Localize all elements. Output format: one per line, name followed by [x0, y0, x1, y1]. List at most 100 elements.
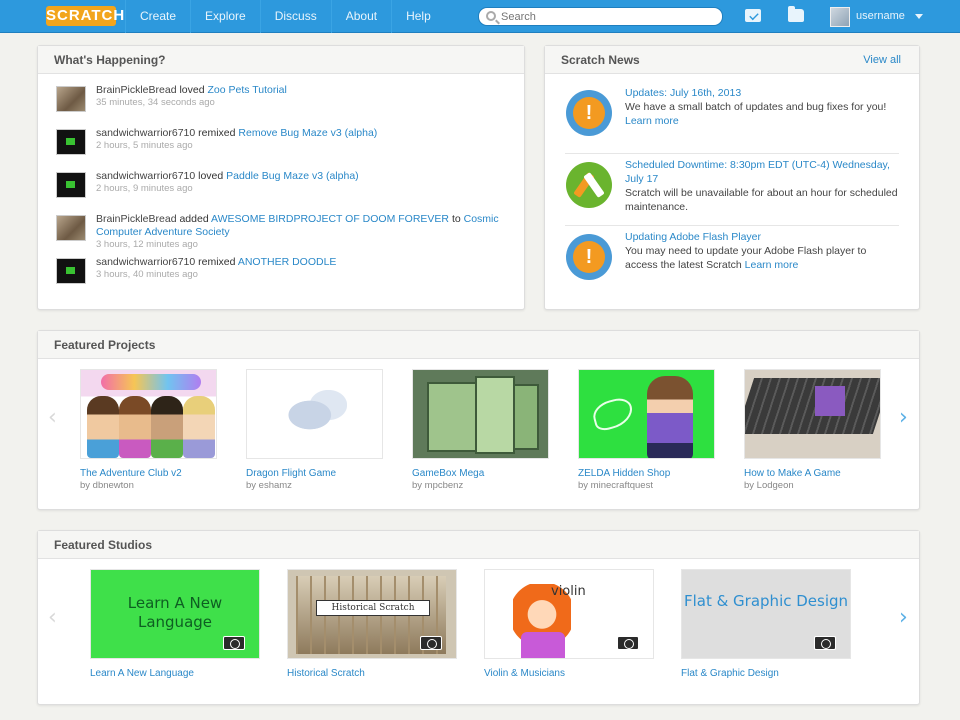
studio-thumbnail[interactable]: Historical Scratch — [287, 569, 457, 659]
search-input[interactable] — [501, 9, 716, 24]
project-tile[interactable]: The Adventure Club v2 by dbnewton — [80, 369, 217, 491]
scratch-news-panel: Scratch News View all Updates: July 16th… — [544, 45, 920, 310]
activity-verb: remixed — [195, 256, 238, 268]
user-thumbnail[interactable] — [56, 258, 86, 284]
project-thumbnail[interactable] — [412, 369, 549, 459]
activity-time: 3 hours, 40 minutes ago — [96, 269, 198, 280]
activity-text: sandwichwarrior6710 remixed Remove Bug M… — [96, 127, 508, 140]
activity-actor[interactable]: sandwichwarrior6710 — [96, 256, 195, 268]
project-tile[interactable]: ZELDA Hidden Shop by minecraftquest — [578, 369, 715, 491]
nav-about[interactable]: About — [330, 0, 391, 33]
activity-target-link[interactable]: Zoo Pets Tutorial — [207, 84, 286, 96]
activity-verb: added — [176, 213, 211, 225]
tools-icon — [566, 162, 612, 208]
project-author[interactable]: by mpcbenz — [412, 480, 549, 491]
activity-list: BrainPickleBread loved Zoo Pets Tutorial… — [38, 74, 524, 299]
activity-time: 2 hours, 5 minutes ago — [96, 140, 193, 151]
activity-actor[interactable]: sandwichwarrior6710 — [96, 127, 195, 139]
chevron-down-icon[interactable] — [915, 14, 923, 19]
character-dress — [521, 632, 565, 658]
carousel-next-arrow-icon[interactable]: › — [899, 407, 909, 429]
messages-icon[interactable] — [745, 9, 761, 22]
project-thumbnail[interactable] — [578, 369, 715, 459]
my-stuff-folder-icon[interactable] — [788, 6, 804, 22]
project-tile[interactable]: How to Make A Game by Lodgeon — [744, 369, 881, 491]
project-author[interactable]: by minecraftquest — [578, 480, 715, 491]
view-all-link[interactable]: View all — [863, 46, 901, 74]
project-tile[interactable]: GameBox Mega by mpcbenz — [412, 369, 549, 491]
activity-actor[interactable]: BrainPickleBread — [96, 84, 177, 96]
studio-thumbnail[interactable]: Flat & Graphic Design — [681, 569, 851, 659]
project-tile[interactable]: Dragon Flight Game by eshamz — [246, 369, 383, 491]
activity-text: sandwichwarrior6710 remixed ANOTHER DOOD… — [96, 256, 508, 269]
user-thumbnail[interactable] — [56, 215, 86, 241]
activity-time: 2 hours, 9 minutes ago — [96, 183, 193, 194]
project-author[interactable]: by Lodgeon — [744, 480, 881, 491]
carousel-prev-arrow-icon[interactable]: ‹ — [48, 407, 58, 429]
studio-tile[interactable]: Flat & Graphic Design Flat & Graphic Des… — [681, 569, 851, 679]
project-title[interactable]: ZELDA Hidden Shop — [578, 468, 715, 479]
studio-title[interactable]: Learn A New Language — [90, 668, 260, 679]
activity-connector: to — [449, 213, 464, 225]
nav-help[interactable]: Help — [391, 0, 445, 33]
user-thumbnail[interactable] — [56, 86, 86, 112]
user-thumbnail[interactable] — [56, 129, 86, 155]
studio-title[interactable]: Violin & Musicians — [484, 668, 654, 679]
top-nav: SCRATCH Create Explore Discuss About Hel… — [0, 0, 960, 33]
news-item[interactable]: Updating Adobe Flash Player You may need… — [565, 226, 899, 298]
news-item-title[interactable]: Updates: July 16th, 2013 — [625, 86, 899, 100]
activity-actor[interactable]: sandwichwarrior6710 — [96, 170, 195, 182]
nav-explore[interactable]: Explore — [190, 0, 260, 33]
activity-item: sandwichwarrior6710 remixed Remove Bug M… — [56, 127, 508, 170]
panel-title: Scratch News View all — [545, 46, 919, 74]
activity-item: sandwichwarrior6710 loved Paddle Bug Maz… — [56, 170, 508, 213]
alert-icon — [566, 90, 612, 136]
user-avatar[interactable] — [830, 7, 850, 27]
whats-happening-panel: What's Happening? BrainPickleBread loved… — [37, 45, 525, 310]
studio-title[interactable]: Flat & Graphic Design — [681, 668, 851, 679]
panel-title: Featured Studios — [38, 531, 919, 559]
news-item-body: You may need to update your Adobe Flash … — [625, 245, 867, 271]
user-thumbnail[interactable] — [56, 172, 86, 198]
project-thumbnail[interactable] — [744, 369, 881, 459]
nav-discuss[interactable]: Discuss — [259, 0, 331, 33]
project-title[interactable]: Dragon Flight Game — [246, 468, 383, 479]
machine-part — [513, 384, 539, 450]
activity-text: sandwichwarrior6710 loved Paddle Bug Maz… — [96, 170, 508, 183]
activity-target-link[interactable]: Paddle Bug Maze v3 (alpha) — [226, 170, 359, 182]
studio-tile[interactable]: Learn A New Language Learn A New Languag… — [90, 569, 260, 679]
panel-title: What's Happening? — [38, 46, 524, 74]
news-item-body: We have a small batch of updates and bug… — [625, 101, 887, 127]
scratch-logo[interactable]: SCRATCH — [46, 6, 124, 26]
carousel-next-arrow-icon[interactable]: › — [899, 607, 909, 629]
activity-target-link[interactable]: ANOTHER DOODLE — [238, 256, 337, 268]
news-item[interactable]: Scheduled Downtime: 8:30pm EDT (UTC-4) W… — [565, 154, 899, 226]
learn-more-link[interactable]: Learn more — [745, 259, 799, 271]
activity-target-link[interactable]: Remove Bug Maze v3 (alpha) — [238, 127, 377, 139]
studio-thumbnail[interactable]: Learn A New Language — [90, 569, 260, 659]
studio-tile[interactable]: violin Violin & Musicians — [484, 569, 654, 679]
project-thumbnail[interactable] — [80, 369, 217, 459]
project-author[interactable]: by dbnewton — [80, 480, 217, 491]
activity-item: BrainPickleBread added AWESOME BIRDPROJE… — [56, 213, 508, 256]
learn-more-link[interactable]: Learn more — [625, 115, 679, 127]
studio-tile[interactable]: Historical Scratch Historical Scratch — [287, 569, 457, 679]
project-title[interactable]: How to Make A Game — [744, 468, 881, 479]
activity-actor[interactable]: BrainPickleBread — [96, 213, 177, 225]
studio-thumbnail[interactable]: violin — [484, 569, 654, 659]
studio-title[interactable]: Historical Scratch — [287, 668, 457, 679]
news-item[interactable]: Updates: July 16th, 2013 We have a small… — [565, 82, 899, 154]
username[interactable]: username — [856, 0, 905, 33]
thumbnail-banner — [101, 374, 201, 390]
activity-target-link[interactable]: AWESOME BIRDPROJECT OF DOOM FOREVER — [211, 213, 449, 225]
project-title[interactable]: GameBox Mega — [412, 468, 549, 479]
activity-verb: remixed — [195, 127, 239, 139]
project-thumbnail[interactable] — [246, 369, 383, 459]
news-item-title[interactable]: Scheduled Downtime: 8:30pm EDT (UTC-4) W… — [625, 158, 899, 186]
project-author[interactable]: by eshamz — [246, 480, 383, 491]
project-title[interactable]: The Adventure Club v2 — [80, 468, 217, 479]
nav-create[interactable]: Create — [125, 0, 190, 33]
news-item-title[interactable]: Updating Adobe Flash Player — [625, 230, 899, 244]
carousel-prev-arrow-icon[interactable]: ‹ — [48, 607, 58, 629]
character — [151, 396, 183, 458]
